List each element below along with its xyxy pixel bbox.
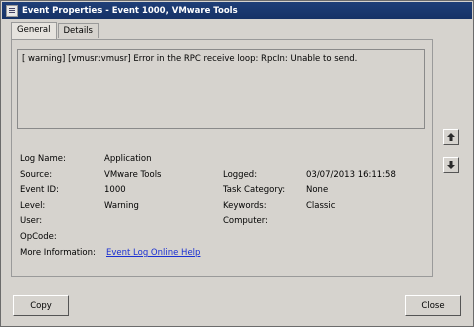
close-button[interactable]: Close xyxy=(405,295,461,316)
level-label: Level: xyxy=(20,201,46,211)
copy-button[interactable]: Copy xyxy=(13,295,69,316)
computer-label: Computer: xyxy=(223,216,268,226)
level-value: Warning xyxy=(104,201,139,211)
tab-strip: General Details xyxy=(11,22,100,39)
more-information-label: More Information: xyxy=(20,248,96,258)
event-message[interactable]: [ warning] [vmusr:vmusr] Error in the RP… xyxy=(17,49,425,129)
title-bar[interactable]: Event Properties - Event 1000, VMware To… xyxy=(2,2,472,19)
event-id-label: Event ID: xyxy=(20,185,59,195)
logged-value: 03/07/2013 16:11:58 xyxy=(306,170,396,180)
log-name-value: Application xyxy=(104,154,152,164)
previous-event-button[interactable] xyxy=(443,129,459,145)
event-log-online-help-link[interactable]: Event Log Online Help xyxy=(106,248,200,258)
event-id-value: 1000 xyxy=(104,185,126,195)
keywords-value: Classic xyxy=(306,201,336,211)
event-viewer-icon xyxy=(6,4,18,17)
user-label: User: xyxy=(20,216,43,226)
log-name-label: Log Name: xyxy=(20,154,66,164)
source-label: Source: xyxy=(20,170,53,180)
logged-label: Logged: xyxy=(223,170,258,180)
arrow-down-icon xyxy=(447,161,455,169)
window-title: Event Properties - Event 1000, VMware To… xyxy=(22,5,238,16)
tab-general[interactable]: General xyxy=(11,22,57,39)
source-value: VMware Tools xyxy=(104,170,162,180)
event-properties-window: Event Properties - Event 1000, VMware To… xyxy=(0,0,474,327)
keywords-label: Keywords: xyxy=(223,201,267,211)
tab-details[interactable]: Details xyxy=(57,23,99,38)
opcode-label: OpCode: xyxy=(20,232,57,242)
task-category-value: None xyxy=(306,185,329,195)
next-event-button[interactable] xyxy=(443,157,459,173)
general-panel: [ warning] [vmusr:vmusr] Error in the RP… xyxy=(11,39,433,277)
arrow-up-icon xyxy=(447,133,455,141)
task-category-label: Task Category: xyxy=(223,185,286,195)
